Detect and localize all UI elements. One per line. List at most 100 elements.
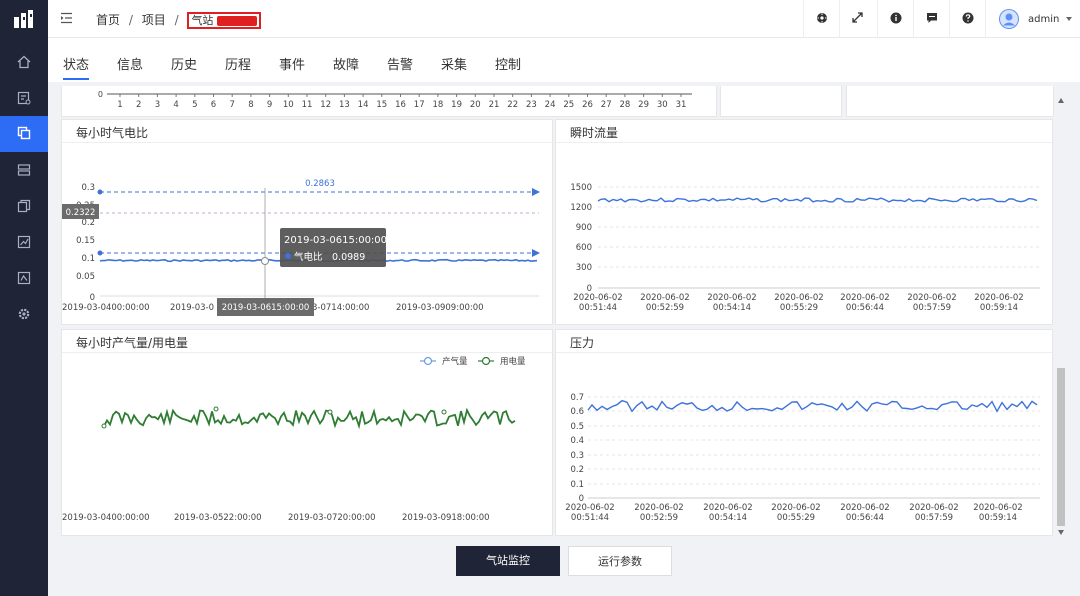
day-tick: 22 — [507, 100, 518, 110]
user-menu[interactable]: admin — [985, 0, 1080, 38]
y-tick: 0.1 — [570, 480, 584, 490]
gas-ratio-panel: 每小时气电比 0.3 0.25 0.2 0.15 0.1 0.05 0 0.28… — [61, 119, 553, 325]
device-list-icon — [17, 91, 31, 108]
tab-control[interactable]: 控制 — [495, 38, 521, 82]
sidebar-item-copy[interactable] — [0, 189, 48, 225]
tab-collection[interactable]: 采集 — [441, 38, 467, 82]
x-tick-time: 00:55:29 — [780, 303, 818, 313]
gas-ratio-chart: 0.3 0.25 0.2 0.15 0.1 0.05 0 0.2863 0.23… — [62, 179, 540, 316]
day-tick: 5 — [192, 100, 197, 110]
scroll-up-arrow[interactable] — [1058, 98, 1064, 103]
day-tick: 4 — [173, 100, 178, 110]
day-tick: 8 — [248, 100, 253, 110]
sidebar-item-devices[interactable] — [0, 81, 48, 117]
username: admin — [1028, 13, 1060, 25]
help-button[interactable] — [949, 0, 985, 38]
sidebar-item-chart[interactable] — [0, 225, 48, 261]
sidebar-item-settings[interactable] — [0, 297, 48, 333]
y-tick: 0.2 — [570, 465, 584, 475]
run-params-button[interactable]: 运行参数 — [568, 546, 672, 576]
day-tick: 29 — [638, 100, 649, 110]
cursor-y-label: 0.2322 — [66, 208, 96, 218]
day-tick: 28 — [619, 100, 630, 110]
x-tick-date: 2020-06-02 — [634, 503, 683, 513]
breadcrumb-home[interactable]: 首页 — [96, 13, 120, 27]
tooltip-time: 2019-03-0615:00:00 — [284, 235, 387, 246]
tab-status[interactable]: 状态 — [63, 38, 90, 82]
x-tick-time: 00:56:44 — [846, 303, 884, 313]
x-tick: 2019-03-0 — [170, 303, 214, 313]
scrollbar-thumb[interactable] — [1057, 368, 1065, 526]
vertical-scrollbar[interactable] — [1055, 94, 1067, 538]
app-logo[interactable] — [0, 0, 48, 38]
x-tick-time: 00:51:44 — [571, 513, 609, 523]
x-tick-time: 00:57:59 — [915, 513, 953, 523]
tab-course[interactable]: 历程 — [225, 38, 251, 82]
x-tick-time: 00:59:14 — [979, 513, 1017, 523]
tooltip-value: 0.0989 — [332, 252, 365, 263]
locate-button[interactable] — [803, 0, 839, 38]
day-tick: 7 — [229, 100, 234, 110]
production-panel: 每小时产气量/用电量 产气量 用电量 2019-03-0400:00:00 20… — [61, 329, 553, 536]
x-tick-time: 00:54:14 — [713, 303, 751, 313]
daily-axis: 0 1 2 3 4 5 6 7 8 9 10 11 12 13 14 15 16 17 18 19 20 21 22 23 2… — [98, 90, 692, 110]
report-icon — [17, 271, 31, 288]
fullscreen-button[interactable] — [839, 0, 875, 38]
day-tick: 27 — [601, 100, 612, 110]
breadcrumb-project[interactable]: 项目 — [142, 13, 166, 27]
day-tick: 31 — [676, 100, 687, 110]
tab-faults[interactable]: 故障 — [333, 38, 359, 82]
tab-alarms[interactable]: 告警 — [387, 38, 413, 82]
markline-value: 0.2863 — [305, 179, 335, 189]
station-monitor-button[interactable]: 气站监控 — [456, 546, 560, 576]
y-tick: 0.1 — [81, 254, 95, 264]
message-button[interactable] — [913, 0, 949, 38]
sidebar-item-storage[interactable] — [0, 153, 48, 189]
y-tick: 0.2 — [81, 218, 95, 228]
x-tick: 3-0714:00:00 — [312, 303, 369, 313]
y-tick: 0 — [90, 293, 95, 303]
sidebar-item-station[interactable] — [0, 116, 48, 152]
x-tick-time: 00:59:14 — [980, 303, 1018, 313]
home-icon — [17, 55, 31, 72]
x-tick: 2019-03-0522:00:00 — [174, 513, 262, 523]
info-icon — [890, 12, 902, 27]
day-tick: 20 — [470, 100, 481, 110]
top-header: 首页 / 项目 / 气站 admin — [48, 0, 1080, 38]
day-tick: 13 — [339, 100, 350, 110]
production-chart: 产气量 用电量 2019-03-0400:00:00 2019-03-0522:… — [62, 356, 526, 523]
tab-info[interactable]: 信息 — [117, 38, 143, 82]
x-tick-time: 00:54:14 — [709, 513, 747, 523]
y-tick: 0.7 — [570, 393, 584, 403]
day-tick: 26 — [582, 100, 593, 110]
day-tick: 12 — [320, 100, 331, 110]
redacted-mark — [217, 15, 258, 26]
x-tick-date: 2020-06-02 — [974, 293, 1023, 303]
storage-icon — [17, 163, 31, 180]
y-tick: 600 — [576, 243, 592, 253]
menu-toggle-icon[interactable] — [60, 12, 73, 27]
message-icon — [926, 12, 938, 27]
day-tick: 9 — [267, 100, 272, 110]
sidebar-item-home[interactable] — [0, 45, 48, 81]
day-tick: 21 — [489, 100, 500, 110]
sidebar-item-report[interactable] — [0, 261, 48, 297]
x-tick-time: 00:55:29 — [777, 513, 815, 523]
y-tick: 900 — [576, 223, 592, 233]
tab-history[interactable]: 历史 — [171, 38, 197, 82]
axis-pointer-label: 2019-03-0615:00:00 — [222, 303, 310, 313]
settings-icon — [17, 307, 31, 324]
x-tick: 2019-03-0918:00:00 — [402, 513, 490, 523]
copy-icon — [17, 199, 31, 216]
pressure-series-line — [587, 399, 1038, 413]
day-tick: 25 — [563, 100, 574, 110]
power-series-line — [103, 407, 516, 430]
breadcrumb-separator: / — [174, 13, 179, 27]
info-button[interactable] — [877, 0, 913, 38]
tab-events[interactable]: 事件 — [279, 38, 305, 82]
x-tick-date: 2020-06-02 — [973, 503, 1022, 513]
breadcrumb-current-station: 气站 — [187, 12, 262, 29]
x-tick-date: 2020-06-02 — [840, 293, 889, 303]
scroll-down-arrow[interactable] — [1058, 530, 1064, 535]
y-tick: 0.3 — [81, 183, 95, 193]
